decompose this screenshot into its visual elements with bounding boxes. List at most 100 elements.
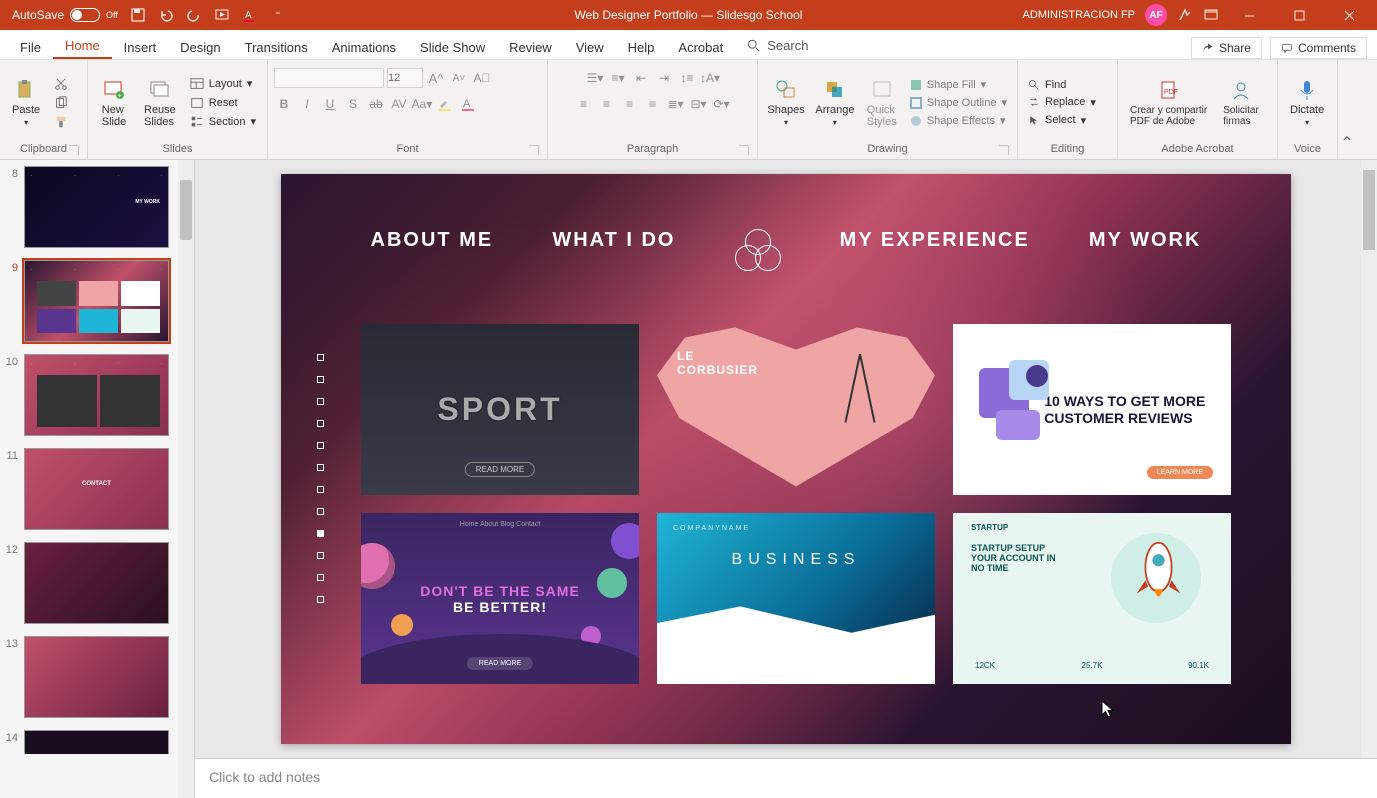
replace-button[interactable]: Replace ▾ (1024, 95, 1100, 110)
align-text-button[interactable]: ⊟▾ (689, 94, 709, 114)
tab-design[interactable]: Design (168, 34, 232, 59)
comments-label: Comments (1298, 41, 1356, 55)
paste-button[interactable]: Paste ▾ (6, 76, 46, 129)
line-spacing-button[interactable]: ↕≡ (677, 68, 697, 88)
slide-thumbnail-14[interactable]: 14 (0, 724, 194, 754)
reuse-slides-button[interactable]: Reuse Slides (138, 76, 182, 130)
format-painter-button[interactable] (50, 114, 72, 130)
font-color-button[interactable]: A (458, 94, 478, 114)
tab-home[interactable]: Home (53, 32, 112, 59)
text-direction-button[interactable]: ↕A▾ (700, 68, 720, 88)
select-button[interactable]: Select ▾ (1024, 113, 1100, 128)
shapes-button[interactable]: Shapes▾ (764, 76, 808, 129)
align-center-button[interactable]: ≡ (597, 94, 617, 114)
dialog-launcher-icon[interactable] (999, 145, 1009, 155)
copy-button[interactable] (50, 95, 72, 111)
user-avatar[interactable]: AF (1145, 4, 1167, 26)
smartart-button[interactable]: ⟳▾ (712, 94, 732, 114)
save-icon[interactable] (130, 7, 146, 23)
slide-thumbnail-9[interactable]: 9 ···· (0, 254, 194, 348)
shape-outline-button[interactable]: Shape Outline ▾ (906, 95, 1011, 110)
request-signatures-button[interactable]: Solicitar firmas (1217, 77, 1265, 129)
shape-fill-button[interactable]: Shape Fill ▾ (906, 77, 1011, 92)
justify-button[interactable]: ≡ (643, 94, 663, 114)
italic-button[interactable]: I (297, 94, 317, 114)
clear-formatting-icon[interactable]: A⃠ (472, 68, 492, 88)
undo-icon[interactable] (158, 7, 174, 23)
slide-thumbnail-8[interactable]: 8 ···· MY WORK (0, 160, 194, 254)
adobe-group-label: Adobe Acrobat (1161, 143, 1233, 155)
dictate-button[interactable]: Dictate▾ (1284, 76, 1330, 129)
find-button[interactable]: Find (1024, 78, 1100, 92)
decrease-font-icon[interactable]: A˅ (449, 68, 469, 88)
create-pdf-button[interactable]: PDFCrear y compartir PDF de Adobe (1124, 77, 1213, 129)
decrease-indent-button[interactable]: ⇤ (631, 68, 651, 88)
new-slide-button[interactable]: + New Slide (94, 76, 134, 130)
tab-slideshow[interactable]: Slide Show (408, 34, 497, 59)
change-case-button[interactable]: Aa▾ (412, 94, 432, 114)
reset-button[interactable]: Reset (186, 95, 260, 111)
slide-thumbnails-panel: 8 ···· MY WORK 9 ···· 10 ···· 11 CONTACT (0, 160, 195, 798)
font-size-input[interactable] (387, 68, 423, 88)
portfolio-card-reviews: 10 WAYS TO GET MORE CUSTOMER REVIEWS LEA… (953, 324, 1231, 495)
increase-indent-button[interactable]: ⇥ (654, 68, 674, 88)
slide-thumbnail-13[interactable]: 13 (0, 630, 194, 724)
tab-help[interactable]: Help (616, 34, 667, 59)
comments-button[interactable]: Comments (1270, 37, 1367, 59)
font-name-input[interactable] (274, 68, 384, 88)
dialog-launcher-icon[interactable] (739, 145, 749, 155)
search-button[interactable]: Search (735, 32, 820, 59)
spacing-button[interactable]: AV (389, 94, 409, 114)
tab-file[interactable]: File (8, 34, 53, 59)
highlight-color-button[interactable] (435, 94, 455, 114)
tab-view[interactable]: View (564, 34, 616, 59)
redo-icon[interactable] (186, 7, 202, 23)
cut-button[interactable] (50, 76, 72, 92)
dialog-launcher-icon[interactable] (529, 145, 539, 155)
coming-soon-icon[interactable] (1177, 7, 1193, 23)
increase-font-icon[interactable]: A^ (426, 68, 446, 88)
section-button[interactable]: Section ▾ (186, 114, 260, 130)
more-qat-icon[interactable]: ⁼ (270, 7, 286, 23)
strikethrough-button[interactable]: ab (366, 94, 386, 114)
autosave-label: AutoSave (12, 8, 64, 22)
tab-insert[interactable]: Insert (112, 34, 169, 59)
underline-button[interactable]: U (320, 94, 340, 114)
shape-effects-button[interactable]: Shape Effects ▾ (906, 113, 1011, 128)
bullets-button[interactable]: ☰▾ (585, 68, 605, 88)
slide-canvas[interactable]: ABOUT ME WHAT I DO MY EXPERIENCE MY WORK… (281, 174, 1291, 744)
align-left-button[interactable]: ≡ (574, 94, 594, 114)
shadow-button[interactable]: S (343, 94, 363, 114)
slideshow-icon[interactable] (214, 7, 230, 23)
arrange-button[interactable]: Arrange▾ (812, 76, 858, 129)
tab-animations[interactable]: Animations (320, 34, 408, 59)
nav-what: WHAT I DO (552, 229, 675, 275)
editing-group-label: Editing (1051, 143, 1085, 155)
tab-transitions[interactable]: Transitions (233, 34, 320, 59)
font-group-label: Font (396, 143, 418, 155)
collapse-ribbon-button[interactable]: ⌃ (1338, 60, 1356, 159)
tab-acrobat[interactable]: Acrobat (666, 34, 735, 59)
quick-styles-button[interactable]: Quick Styles (862, 76, 902, 130)
editor-scrollbar[interactable] (1361, 160, 1377, 758)
align-right-button[interactable]: ≡ (620, 94, 640, 114)
minimize-button[interactable] (1229, 0, 1269, 30)
slide-thumbnail-10[interactable]: 10 ···· (0, 348, 194, 442)
font-color-icon[interactable]: A (242, 7, 258, 23)
tab-review[interactable]: Review (497, 34, 564, 59)
close-button[interactable] (1329, 0, 1369, 30)
numbering-button[interactable]: ≡▾ (608, 68, 628, 88)
columns-button[interactable]: ≣▾ (666, 94, 686, 114)
svg-text:PDF: PDF (1164, 89, 1178, 96)
slide-thumbnail-11[interactable]: 11 CONTACT (0, 442, 194, 536)
layout-button[interactable]: Layout ▾ (186, 76, 260, 92)
thumbnails-scrollbar[interactable] (178, 160, 194, 798)
ribbon-display-icon[interactable] (1203, 7, 1219, 23)
slide-thumbnail-12[interactable]: 12 (0, 536, 194, 630)
notes-pane[interactable]: Click to add notes (195, 758, 1377, 798)
maximize-button[interactable] (1279, 0, 1319, 30)
share-button[interactable]: Share (1191, 37, 1262, 59)
bold-button[interactable]: B (274, 94, 294, 114)
autosave-toggle[interactable]: AutoSave Off (12, 8, 118, 22)
dialog-launcher-icon[interactable] (69, 145, 79, 155)
